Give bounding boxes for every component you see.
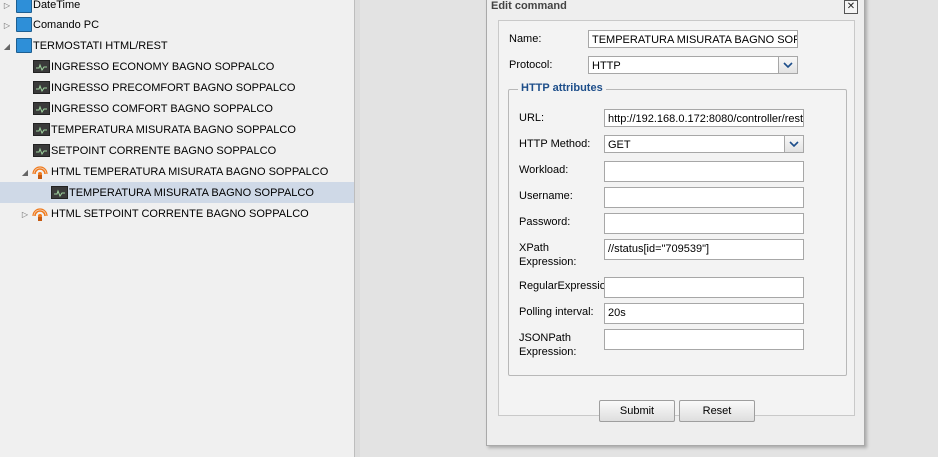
name-field[interactable]: TEMPERATURA MISURATA BAGNO SOPPALCO <box>588 30 798 48</box>
dialog-title: Edit command <box>491 0 567 12</box>
tree-item-command[interactable]: INGRESSO COMFORT BAGNO SOPPALCO <box>0 98 354 119</box>
close-icon[interactable]: ✕ <box>847 1 855 12</box>
regex-field[interactable] <box>604 277 804 298</box>
tree-item-label: TEMPERATURA MISURATA BAGNO SOPPALCO <box>69 187 314 199</box>
expand-arrow-icon[interactable]: ▷ <box>20 209 30 219</box>
tv-icon <box>16 38 32 53</box>
xpath-field[interactable]: //status[id="709539"] <box>604 239 804 260</box>
sensor-icon <box>33 102 50 115</box>
tree-item-label: INGRESSO COMFORT BAGNO SOPPALCO <box>51 103 273 115</box>
http-method-value: GET <box>608 139 631 151</box>
close-button[interactable]: ✕ <box>844 0 858 14</box>
tree-item-termostati[interactable]: ◢ TERMOSTATI HTML/REST <box>0 35 354 56</box>
password-field[interactable] <box>604 213 804 234</box>
tree-item-label: INGRESSO PRECOMFORT BAGNO SOPPALCO <box>51 82 296 94</box>
sensor-icon <box>33 60 50 73</box>
reset-button[interactable]: Reset <box>679 400 755 422</box>
workload-label: Workload: <box>519 164 569 176</box>
tree-item-command[interactable]: INGRESSO PRECOMFORT BAGNO SOPPALCO <box>0 77 354 98</box>
tree-item-command[interactable]: INGRESSO ECONOMY BAGNO SOPPALCO <box>0 56 354 77</box>
tree-item-label: SETPOINT CORRENTE BAGNO SOPPALCO <box>51 145 277 157</box>
expand-arrow-icon[interactable]: ▷ <box>2 20 12 30</box>
group-title: HTTP attributes <box>518 82 606 94</box>
polling-interval-label: Polling interval: <box>519 306 594 318</box>
chevron-down-icon[interactable] <box>784 136 803 152</box>
tree-item-comando-pc[interactable]: ▷ Comando PC <box>0 14 354 35</box>
jsonpath-label-line1: JSONPath <box>519 332 571 344</box>
collapse-arrow-icon[interactable]: ◢ <box>20 167 30 177</box>
protocol-label: Protocol: <box>509 59 553 71</box>
http-attributes-group: HTTP attributes URL: http://192.168.0.17… <box>508 82 847 376</box>
jsonpath-field[interactable] <box>604 329 804 350</box>
submit-button[interactable]: Submit <box>599 400 675 422</box>
url-label: URL: <box>519 112 545 124</box>
tree-item-command[interactable]: TEMPERATURA MISURATA BAGNO SOPPALCO <box>0 119 354 140</box>
tree-item-label: Comando PC <box>33 19 100 31</box>
sensor-icon <box>51 186 68 199</box>
form-panel: Name: TEMPERATURA MISURATA BAGNO SOPPALC… <box>498 20 855 422</box>
tree-item-label: HTML TEMPERATURA MISURATA BAGNO SOPPALCO <box>51 166 329 178</box>
tree-item-datetime[interactable]: ▷ DateTime <box>0 0 354 15</box>
tv-icon <box>16 0 32 13</box>
tv-icon <box>16 17 32 32</box>
tree-item-html-setpoint[interactable]: ▷ HTML SETPOINT CORRENTE BAGNO SOPPALCO <box>0 203 354 224</box>
collapse-arrow-icon[interactable]: ◢ <box>2 41 12 51</box>
xpath-label-line2: Expression: <box>519 256 577 268</box>
edit-command-dialog: Edit command ✕ Name: TEMPERATURA MISURAT… <box>486 0 865 446</box>
sensor-icon <box>33 144 50 157</box>
tree-item-label: TEMPERATURA MISURATA BAGNO SOPPALCO <box>51 124 296 136</box>
username-label: Username: <box>519 190 573 202</box>
jsonpath-label-line2: Expression: <box>519 346 577 358</box>
username-field[interactable] <box>604 187 804 208</box>
regex-label: RegularExpression: <box>519 280 615 292</box>
protocol-value: HTTP <box>592 60 621 72</box>
http-method-select[interactable]: GET <box>604 135 804 153</box>
rss-icon <box>32 163 48 179</box>
tree-item-html-temperatura[interactable]: ◢ HTML TEMPERATURA MISURATA BAGNO SOPPAL… <box>0 161 354 182</box>
xpath-label-line1: XPath <box>519 242 549 254</box>
tree-item-label: INGRESSO ECONOMY BAGNO SOPPALCO <box>51 61 275 73</box>
name-label: Name: <box>509 33 542 45</box>
http-method-label: HTTP Method: <box>519 138 591 150</box>
sensor-icon <box>33 123 50 136</box>
rss-icon <box>32 205 48 221</box>
sensor-icon <box>33 81 50 94</box>
tree-item-label: TERMOSTATI HTML/REST <box>33 40 168 52</box>
url-field[interactable]: http://192.168.0.172:8080/controller/res… <box>604 109 804 127</box>
workload-field[interactable] <box>604 161 804 182</box>
device-tree: ▷ DateTime ▷ Comando PC ◢ TERMOSTATI HTM… <box>0 0 355 457</box>
tree-item-command[interactable]: SETPOINT CORRENTE BAGNO SOPPALCO <box>0 140 354 161</box>
chevron-down-icon[interactable] <box>778 57 797 73</box>
polling-interval-field[interactable]: 20s <box>604 303 804 324</box>
tree-item-label: DateTime <box>33 0 81 11</box>
password-label: Password: <box>519 216 571 228</box>
expand-arrow-icon[interactable]: ▷ <box>2 0 12 10</box>
protocol-select[interactable]: HTTP <box>588 56 798 74</box>
tree-item-selected[interactable]: TEMPERATURA MISURATA BAGNO SOPPALCO <box>0 182 354 203</box>
tree-item-label: HTML SETPOINT CORRENTE BAGNO SOPPALCO <box>51 208 309 220</box>
